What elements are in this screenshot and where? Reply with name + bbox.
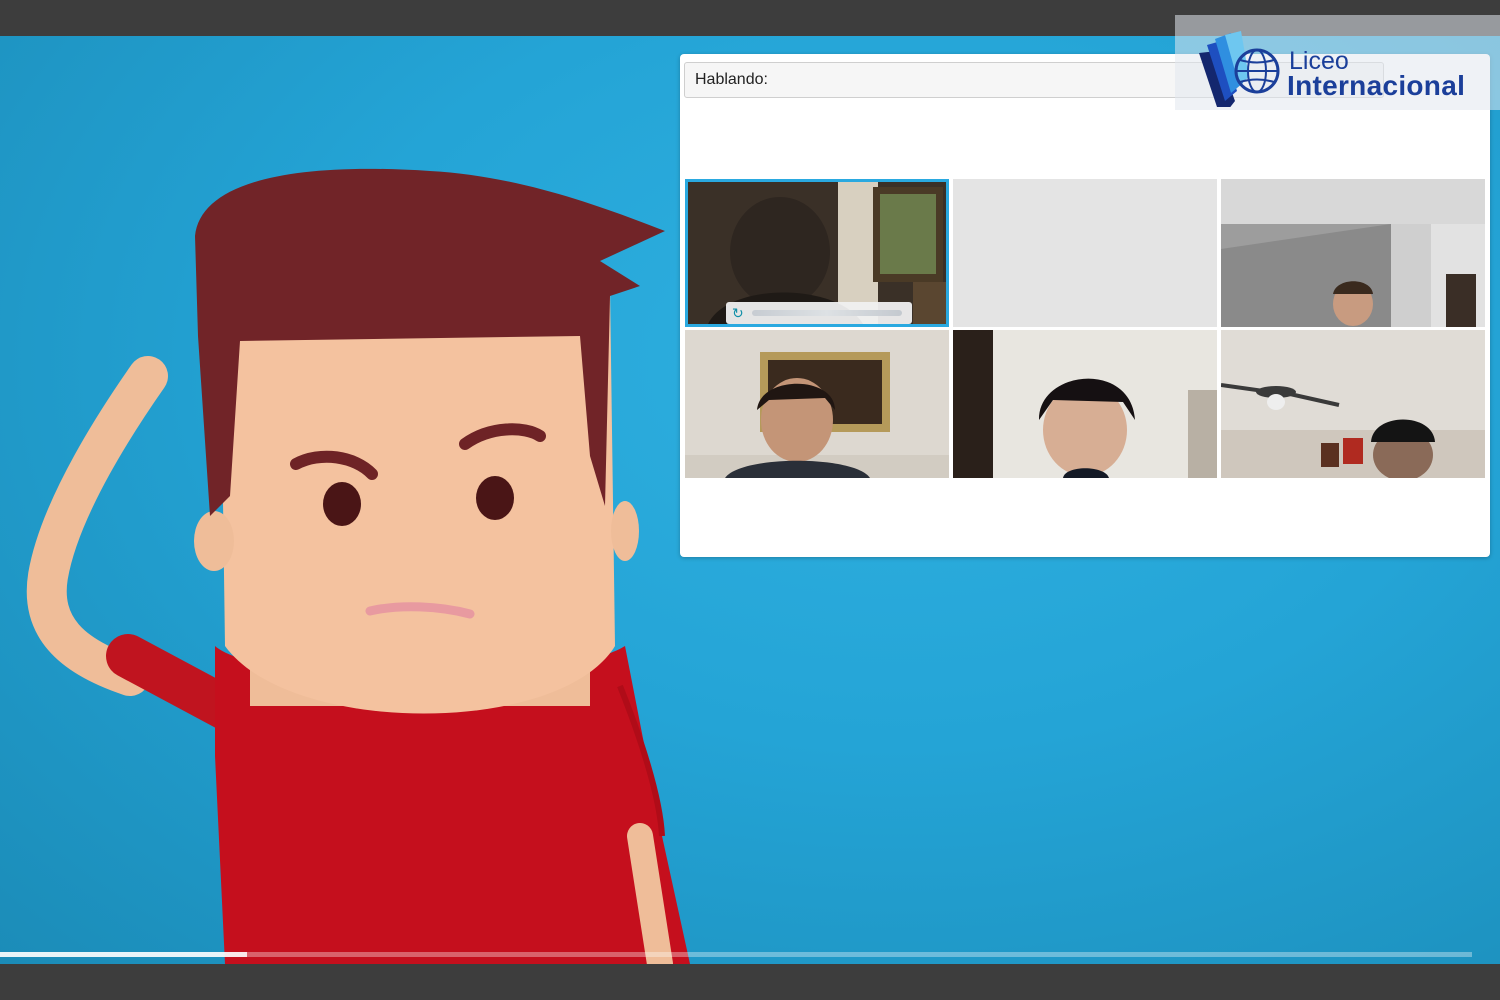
video-call-window: Hablando: ↻ <box>680 54 1490 557</box>
video-progress-bar[interactable] <box>0 952 1472 957</box>
logo-book-globe-icon <box>1199 31 1280 107</box>
speaking-label: Hablando: <box>695 71 768 88</box>
participant-video <box>685 330 949 478</box>
school-logo: Liceo Internacional <box>1175 15 1500 110</box>
participant-tile-empty[interactable] <box>953 179 1217 327</box>
participant-tile[interactable] <box>953 330 1217 478</box>
video-progress-fill <box>0 952 248 957</box>
bottom-letterbox <box>0 964 1500 1000</box>
cartoon-character <box>26 168 690 964</box>
participant-tile[interactable] <box>685 330 949 478</box>
participant-tile[interactable] <box>1221 330 1485 478</box>
logo-text-line2: Internacional <box>1287 70 1466 101</box>
redacted-name <box>752 310 902 316</box>
participant-video <box>1221 179 1485 327</box>
participant-video <box>1221 330 1485 478</box>
participant-name-label: ↻ <box>726 302 912 324</box>
participant-video <box>953 330 1217 478</box>
participant-tile-active[interactable]: ↻ <box>685 179 949 327</box>
participant-tile[interactable] <box>1221 179 1485 327</box>
sync-icon: ↻ <box>732 305 744 321</box>
